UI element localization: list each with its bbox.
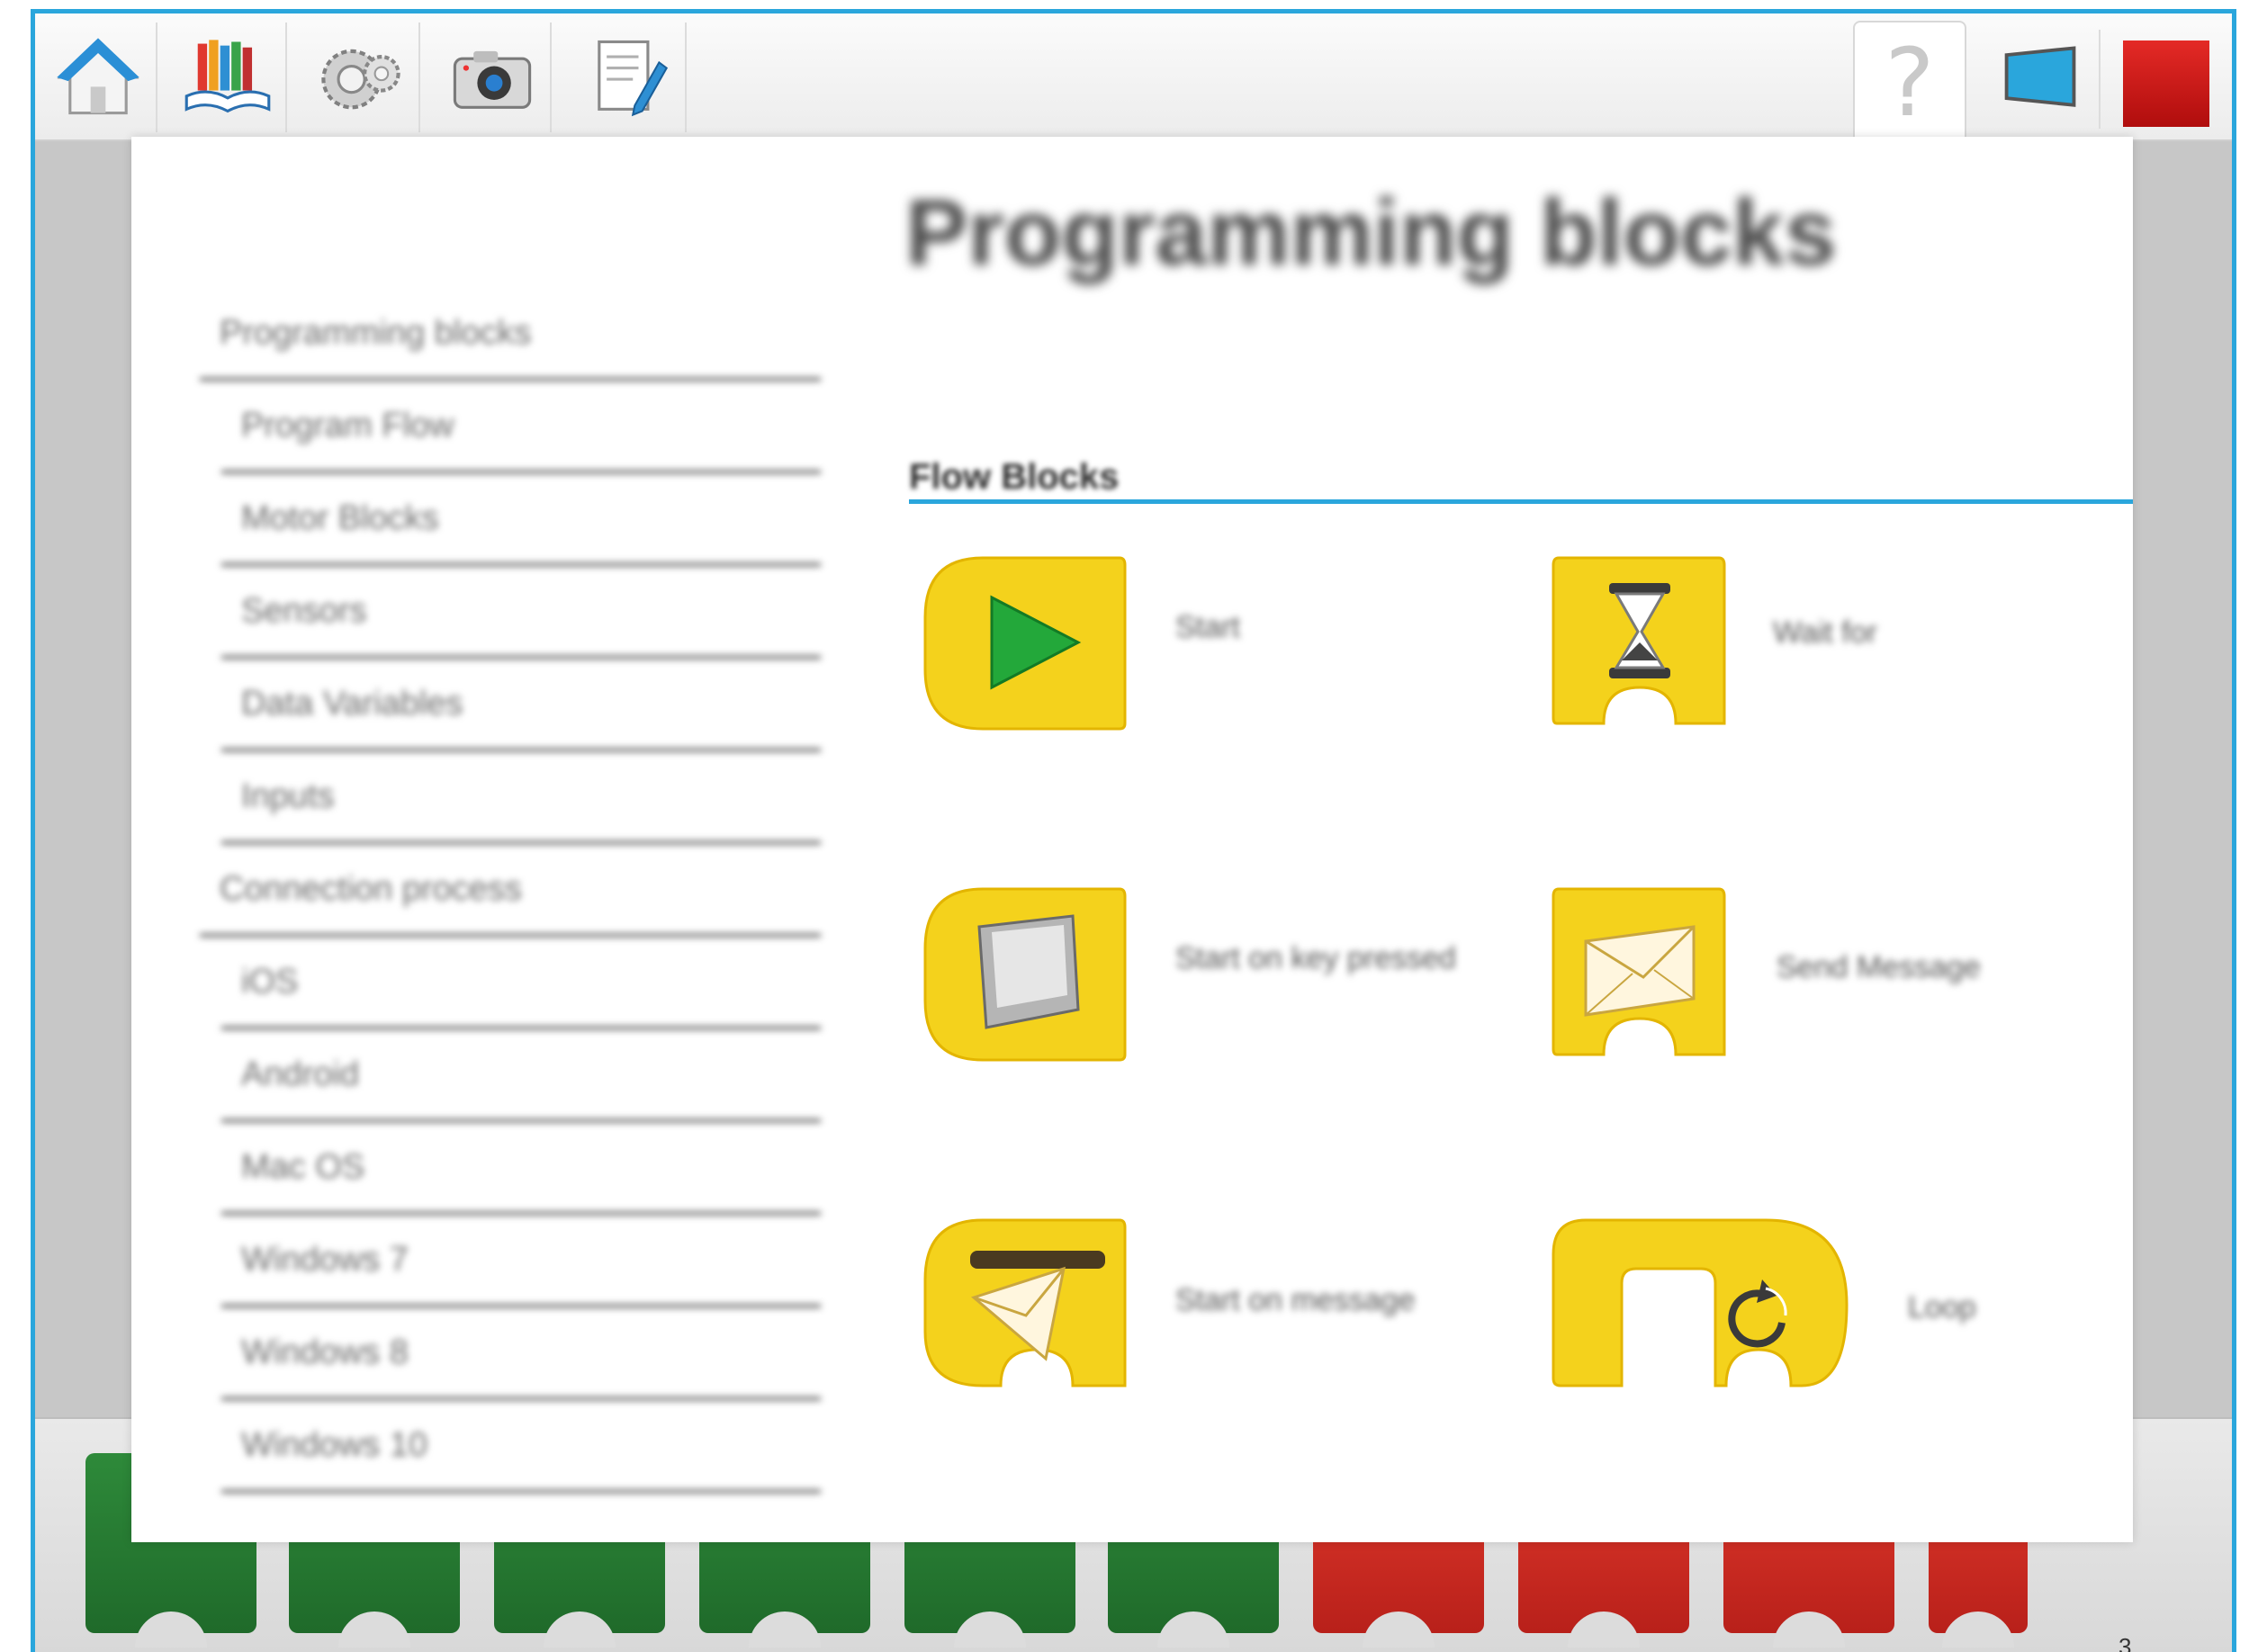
block-label-start-on-message: Start on message	[1175, 1283, 1416, 1317]
nav-item-program-flow[interactable]: Program Flow	[221, 381, 821, 473]
camera-icon-graphic	[453, 50, 532, 109]
page-title: Programming blocks	[905, 181, 1837, 285]
section-divider	[909, 499, 2133, 504]
nav-item-windows-10[interactable]: Windows 10	[221, 1400, 821, 1493]
home-icon-graphic	[57, 38, 139, 115]
screen-icon	[2004, 46, 2076, 107]
nav-item-connection-process[interactable]: Connection process	[200, 844, 821, 937]
help-sidebar-nav: Programming blocks Program Flow Motor Bl…	[200, 288, 821, 1493]
play-triangle-icon	[923, 556, 1127, 731]
palette-page-number: 3	[2119, 1633, 2132, 1652]
stop-button[interactable]	[2123, 40, 2209, 127]
top-toolbar: ?	[35, 13, 2232, 143]
help-icon: ?	[1885, 28, 1935, 138]
camera-icon[interactable]	[435, 22, 552, 132]
document-edit-icon[interactable]	[570, 22, 687, 132]
library-books-icon[interactable]	[170, 22, 287, 132]
nav-item-android[interactable]: Android	[221, 1029, 821, 1122]
gears-icon[interactable]	[303, 22, 420, 132]
nav-item-windows-7[interactable]: Windows 7	[221, 1215, 821, 1307]
library-books-icon-graphic	[184, 40, 271, 113]
nav-item-data-variables[interactable]: Data Variables	[221, 659, 821, 751]
screen-toggle-button[interactable]	[1984, 30, 2101, 129]
nav-item-ios[interactable]: iOS	[221, 937, 821, 1029]
loop-arrows-icon	[1552, 1218, 1849, 1387]
block-label-send-message: Send Message	[1777, 950, 1981, 984]
help-button[interactable]: ?	[1853, 21, 1966, 143]
envelope-icon	[1552, 887, 1726, 1056]
nav-item-sensors[interactable]: Sensors	[221, 566, 821, 659]
nav-item-mac-os[interactable]: Mac OS	[221, 1122, 821, 1215]
nav-item-motor-blocks[interactable]: Motor Blocks	[221, 473, 821, 566]
section-title: Flow Blocks	[909, 457, 1120, 497]
help-panel: Programming blocks Programming blocks Pr…	[131, 137, 2133, 1542]
document-edit-icon-graphic	[598, 40, 669, 117]
block-label-loop: Loop	[1908, 1290, 1976, 1324]
block-label-start-on-key-pressed: Start on key pressed	[1175, 941, 1456, 975]
block-label-start: Start	[1175, 610, 1240, 644]
gears-icon-graphic	[321, 49, 400, 110]
nav-item-windows-8[interactable]: Windows 8	[221, 1307, 821, 1400]
hourglass-icon	[1552, 556, 1726, 725]
key-icon	[923, 887, 1127, 1062]
block-label-wait-for: Wait for	[1773, 615, 1877, 650]
mail-slot-icon	[923, 1218, 1127, 1387]
home-icon[interactable]	[40, 22, 157, 132]
nav-item-programming-blocks[interactable]: Programming blocks	[200, 288, 821, 381]
nav-item-inputs[interactable]: Inputs	[221, 751, 821, 844]
